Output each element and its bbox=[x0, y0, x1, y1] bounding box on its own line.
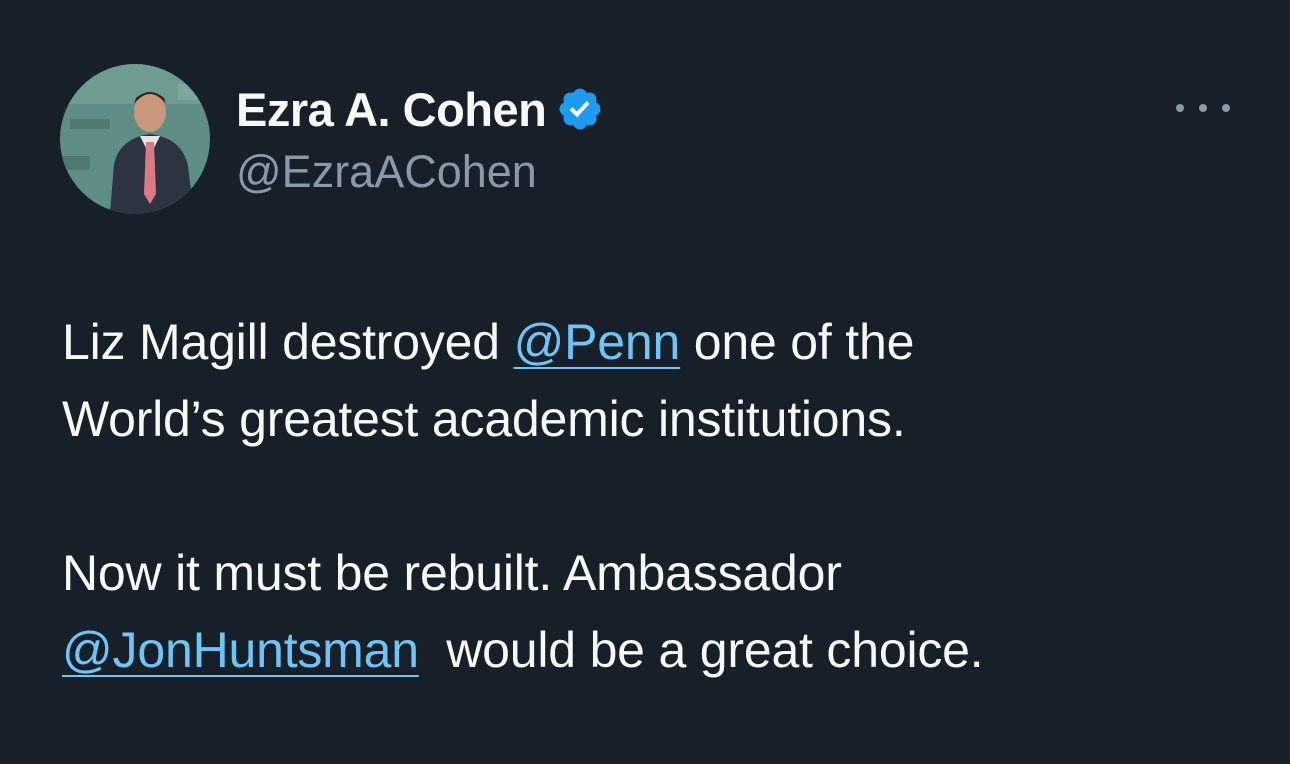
tweet-card: Ezra A. Cohen @EzraACohen Liz Magill des… bbox=[0, 0, 1290, 764]
dot bbox=[1222, 104, 1230, 112]
tweet-text: Liz Magill destroyed @Penn one of the Wo… bbox=[62, 304, 1242, 689]
profile-photo-icon bbox=[60, 64, 210, 214]
tweet-text-segment: World’s greatest academic institutions. bbox=[62, 391, 906, 447]
tweet-text-segment: one of the bbox=[680, 314, 915, 370]
more-options-icon[interactable] bbox=[1176, 94, 1230, 122]
display-name[interactable]: Ezra A. Cohen bbox=[236, 82, 547, 137]
dot bbox=[1176, 104, 1184, 112]
user-handle[interactable]: @EzraACohen bbox=[236, 146, 604, 198]
tweet-text-segment: Now it must be rebuilt. Ambassador bbox=[62, 545, 842, 601]
tweet-paragraph-2: Now it must be rebuilt. Ambassador @JonH… bbox=[62, 535, 1242, 689]
verified-badge-icon[interactable] bbox=[556, 85, 604, 133]
tweet-paragraph-1: Liz Magill destroyed @Penn one of the Wo… bbox=[62, 304, 1242, 458]
mention-link-penn[interactable]: @Penn bbox=[514, 314, 681, 370]
mention-link-jonhuntsman[interactable]: @JonHuntsman bbox=[62, 622, 419, 678]
tweet-text-segment: Liz Magill destroyed bbox=[62, 314, 514, 370]
dot bbox=[1199, 104, 1207, 112]
author-info: Ezra A. Cohen @EzraACohen bbox=[236, 80, 604, 198]
name-row: Ezra A. Cohen bbox=[236, 80, 604, 138]
tweet-text-segment: would be a great choice. bbox=[418, 622, 984, 678]
avatar[interactable] bbox=[60, 64, 210, 214]
